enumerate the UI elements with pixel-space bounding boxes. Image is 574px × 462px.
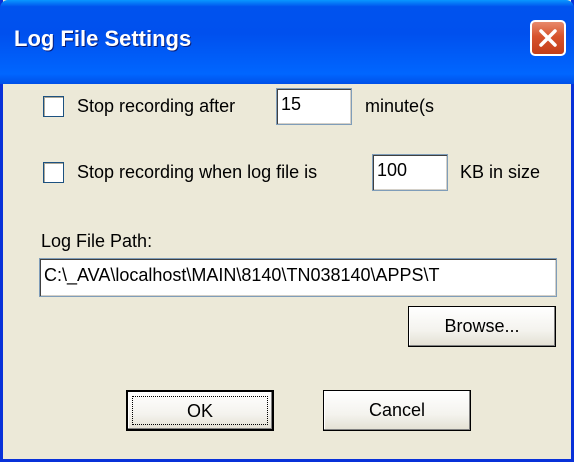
title-bar[interactable]: Log File Settings xyxy=(0,0,574,84)
size-input[interactable]: 100 xyxy=(372,154,448,191)
stop-after-checkbox[interactable] xyxy=(43,96,64,117)
minutes-input[interactable]: 15 xyxy=(276,88,352,125)
stop-size-checkbox[interactable] xyxy=(43,162,64,183)
focus-ring xyxy=(132,396,268,425)
stop-size-label: Stop recording when log file is xyxy=(77,162,318,182)
log-path-input[interactable]: C:\_AVA\localhost\MAIN\8140\TN038140\APP… xyxy=(39,258,557,297)
close-icon xyxy=(539,29,557,47)
stop-after-label: Stop recording after xyxy=(77,96,236,116)
ok-button[interactable]: OK xyxy=(126,390,274,431)
close-button[interactable] xyxy=(530,20,566,56)
log-path-label: Log File Path: xyxy=(41,231,153,251)
minutes-unit-label: minute(s xyxy=(365,96,435,116)
browse-button-label: Browse... xyxy=(444,316,520,336)
window-title: Log File Settings xyxy=(14,26,192,51)
size-unit-label: KB in size xyxy=(460,162,541,182)
browse-button[interactable]: Browse... xyxy=(408,306,556,347)
dialog-body: Stop recording after 15 minute(s Stop re… xyxy=(3,84,571,459)
cancel-button[interactable]: Cancel xyxy=(323,390,471,431)
log-file-settings-dialog: Log File Settings Stop recording after 1… xyxy=(0,0,574,462)
cancel-button-label: Cancel xyxy=(368,400,426,420)
